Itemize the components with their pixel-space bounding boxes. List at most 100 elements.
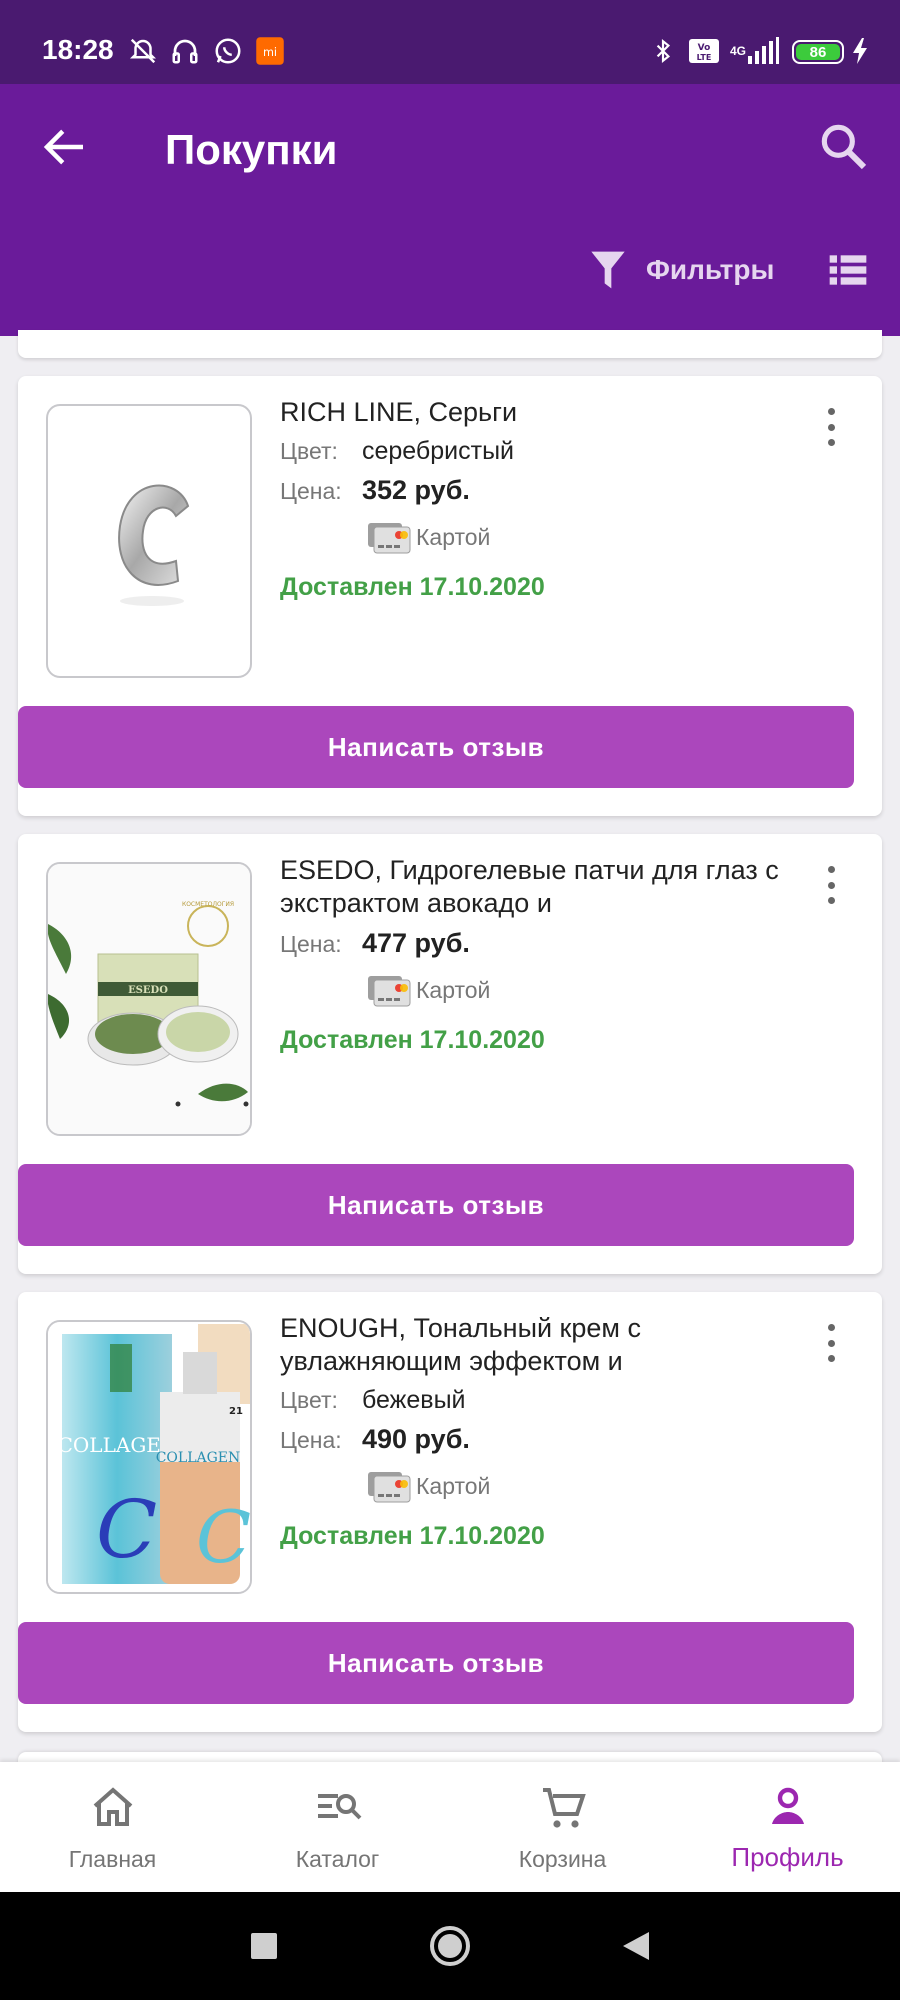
filters-label: Фильтры xyxy=(646,254,775,285)
filter-icon xyxy=(591,251,625,289)
dot xyxy=(827,866,835,873)
product-image[interactable]: COLLAGEN C COLLAGEN 21 C xyxy=(46,1320,252,1594)
status-bar: 18:28 mi Vo LTE 4G 86 xyxy=(0,0,900,84)
back-system-button[interactable] xyxy=(608,1918,664,1974)
payment-label: Картой xyxy=(416,976,491,1003)
catalog-search-icon xyxy=(317,1794,361,1820)
nav-cart[interactable]: Корзина xyxy=(450,1762,675,1892)
color-row: Цвет: серебристый xyxy=(280,437,780,467)
color-value: серебристый xyxy=(362,437,515,465)
credit-card-icon xyxy=(368,1472,411,1503)
payment-method: Картой xyxy=(366,972,780,1008)
price-row: Цена: 352 руб. xyxy=(280,475,780,505)
dot xyxy=(827,1339,835,1347)
system-navigation-bar xyxy=(0,1892,900,2000)
payment-label: Картой xyxy=(416,523,491,550)
home-icon xyxy=(93,1787,132,1826)
headphones-icon xyxy=(170,36,200,66)
credit-card-icon xyxy=(368,976,411,1007)
product-name[interactable]: ESEDO, Гидрогелевые патчи для глаз с экс… xyxy=(280,854,780,920)
alarm-off-icon xyxy=(128,36,158,66)
seal-text: КОСМЕТОЛОГИЯ xyxy=(182,901,234,908)
filters-button[interactable]: Фильтры xyxy=(588,244,774,296)
shade-text: 21 xyxy=(229,1406,243,1417)
payment-label: Картой xyxy=(416,1472,491,1499)
charging-icon xyxy=(850,36,870,66)
product-image[interactable] xyxy=(46,404,252,678)
svg-text:C: C xyxy=(96,1483,157,1576)
delivery-status: Доставлен 17.10.2020 xyxy=(280,1522,545,1550)
svg-text:mi: mi xyxy=(263,46,277,59)
bluetooth-icon xyxy=(650,36,676,66)
nav-catalog-label: Каталог xyxy=(295,1846,380,1872)
color-label: Цвет: xyxy=(280,1387,338,1413)
dot xyxy=(827,881,835,889)
product-name[interactable]: RICH LINE, Серьги xyxy=(280,396,780,429)
view-toggle-button[interactable] xyxy=(826,248,870,292)
triangle-back-icon xyxy=(623,1932,649,1960)
eye-patches-image: КОСМЕТОЛОГИЯ ESEDO xyxy=(48,864,250,1134)
price-value: 477 руб. xyxy=(362,928,470,958)
price-label: Цена: xyxy=(280,931,342,957)
square-icon xyxy=(251,1933,277,1959)
network-type: 4G xyxy=(730,44,747,58)
recents-button[interactable] xyxy=(236,1918,292,1974)
more-options-button[interactable] xyxy=(816,860,846,910)
svg-text:C: C xyxy=(196,1495,251,1579)
nav-catalog[interactable]: Каталог xyxy=(225,1762,450,1892)
nav-home-label: Главная xyxy=(68,1846,157,1872)
list-view-icon xyxy=(829,255,867,285)
search-button[interactable] xyxy=(815,118,871,174)
earring-image xyxy=(118,484,190,606)
back-button[interactable] xyxy=(38,120,92,174)
home-system-button[interactable] xyxy=(422,1918,478,1974)
svg-text:Vo: Vo xyxy=(698,43,711,53)
battery-level: 86 xyxy=(796,44,840,61)
product-name[interactable]: ENOUGH, Тональный крем с увлажняющим эфф… xyxy=(280,1312,780,1378)
write-review-button[interactable]: Написать отзыв xyxy=(18,1622,854,1704)
order-card[interactable]: RICH LINE, Серьги Цвет: серебристый Цена… xyxy=(18,376,882,816)
svg-text:LTE: LTE xyxy=(697,53,712,62)
dot xyxy=(827,897,835,904)
bottom-navigation: Главная Каталог Корзина Профиль xyxy=(0,1762,900,1892)
nav-profile-label: Профиль xyxy=(731,1842,844,1872)
price-row: Цена: 477 руб. xyxy=(280,928,780,958)
more-options-button[interactable] xyxy=(816,1318,846,1368)
arrow-back-icon xyxy=(43,129,83,165)
price-row: Цена: 490 руб. xyxy=(280,1424,780,1454)
price-value: 352 руб. xyxy=(362,475,470,505)
delivery-status: Доставлен 17.10.2020 xyxy=(280,1026,545,1054)
search-icon xyxy=(821,124,867,170)
order-info: RICH LINE, Серьги Цвет: серебристый Цена… xyxy=(280,396,780,602)
signal-icon xyxy=(746,36,780,66)
price-value: 490 руб. xyxy=(362,1424,470,1454)
write-review-button[interactable]: Написать отзыв xyxy=(18,706,854,788)
nav-profile[interactable]: Профиль xyxy=(675,1762,900,1892)
volte-icon: Vo LTE xyxy=(688,36,720,66)
circle-icon xyxy=(430,1926,470,1966)
delivery-status: Доставлен 17.10.2020 xyxy=(280,573,545,601)
order-card[interactable]: COLLAGEN C COLLAGEN 21 C ENOUGH, Тональн… xyxy=(18,1292,882,1732)
dot xyxy=(827,1324,835,1331)
mi-app-icon: mi xyxy=(254,36,286,66)
svg-text:COLLAGEN: COLLAGEN xyxy=(156,1450,241,1466)
price-label: Цена: xyxy=(280,478,342,504)
nav-cart-label: Корзина xyxy=(518,1846,607,1872)
color-label: Цвет: xyxy=(280,438,338,464)
dot xyxy=(827,1355,835,1362)
cart-icon xyxy=(542,1788,586,1828)
product-image[interactable]: КОСМЕТОЛОГИЯ ESEDO xyxy=(46,862,252,1136)
whatsapp-icon xyxy=(213,36,243,66)
profile-icon xyxy=(771,1787,804,1824)
nav-home[interactable]: Главная xyxy=(0,1762,225,1892)
clock: 18:28 xyxy=(42,34,114,65)
brand-text: ESEDO xyxy=(128,985,168,996)
order-info: ESEDO, Гидрогелевые патчи для глаз с экс… xyxy=(280,854,780,1055)
color-row: Цвет: бежевый xyxy=(280,1386,780,1416)
order-card[interactable]: КОСМЕТОЛОГИЯ ESEDO ESEDO, Гидрогелевые п… xyxy=(18,834,882,1274)
write-review-button[interactable]: Написать отзыв xyxy=(18,1164,854,1246)
dot xyxy=(827,423,835,431)
price-label: Цена: xyxy=(280,1427,342,1453)
more-options-button[interactable] xyxy=(816,402,846,452)
dot xyxy=(827,439,835,446)
